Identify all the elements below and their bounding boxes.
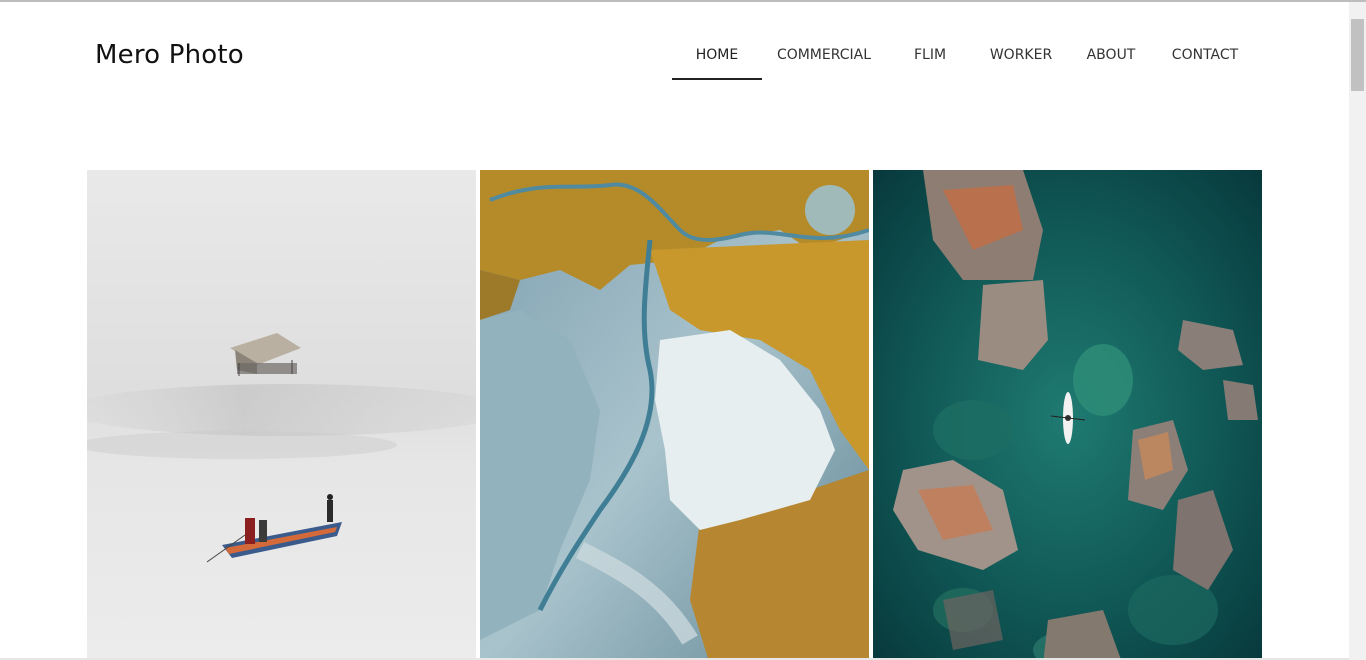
gallery-photo-misty-lake[interactable] [87,170,476,660]
nav-item-worker[interactable]: WORKER [988,42,1054,78]
nav-item-flim[interactable]: FLIM [902,42,958,78]
nav-item-home[interactable]: HOME [672,42,762,80]
nav-item-commercial[interactable]: COMMERCIAL [772,42,876,78]
gallery-photo-rocks-kayak[interactable] [873,170,1262,660]
nav-item-contact[interactable]: CONTACT [1168,42,1242,78]
scrollbar-thumb[interactable] [1351,19,1364,91]
photo-gallery [87,170,1262,660]
page: Mero Photo HOME COMMERCIAL FLIM WORKER A… [0,2,1349,660]
gallery-photo-river-delta[interactable] [480,170,869,660]
nav-item-about[interactable]: ABOUT [1084,42,1138,78]
vertical-scrollbar[interactable] [1349,2,1366,660]
site-logo[interactable]: Mero Photo [95,40,244,70]
